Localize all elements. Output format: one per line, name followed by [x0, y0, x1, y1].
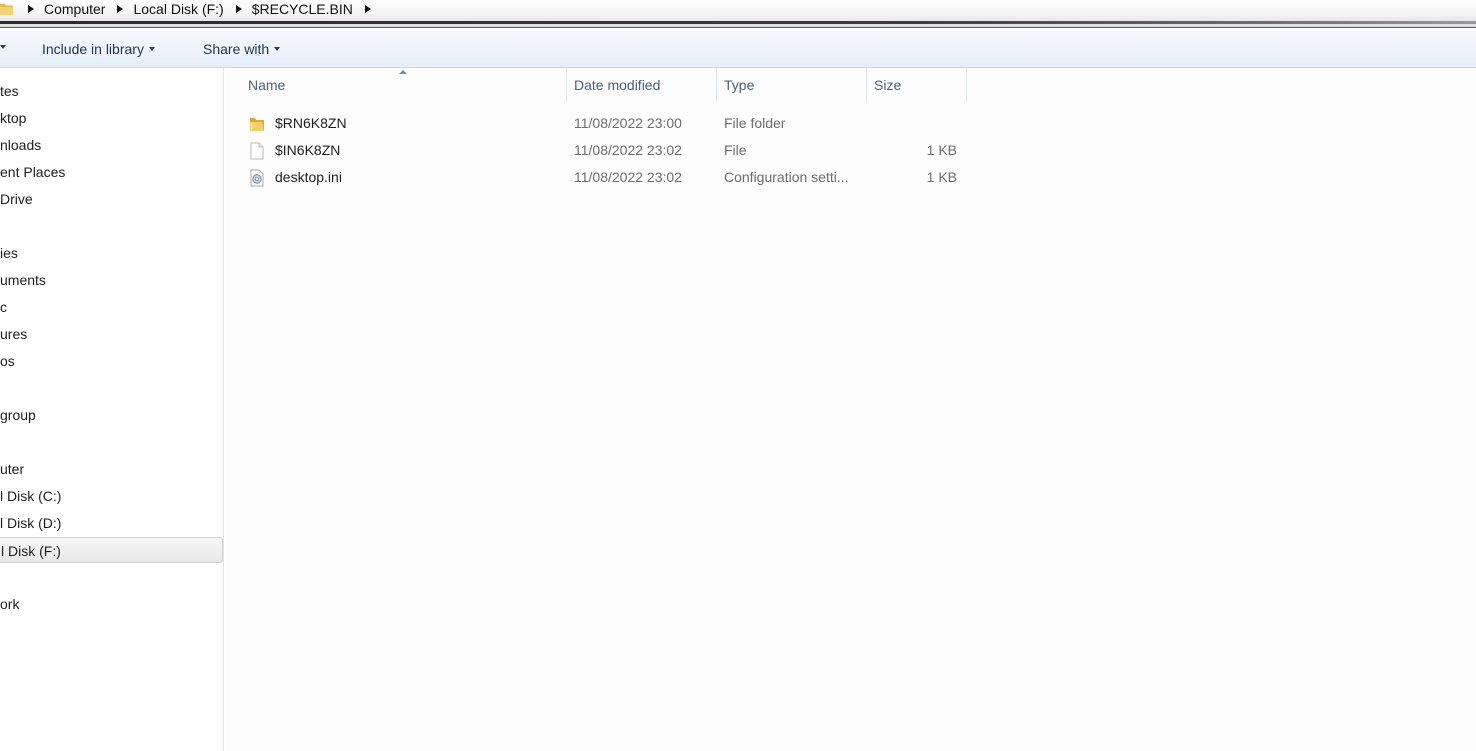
- breadcrumb-chevron-icon[interactable]: [115, 1, 125, 17]
- nav-item-libraries[interactable]: ies: [0, 241, 223, 265]
- nav-item-label: ork: [0, 596, 20, 612]
- file-date-modified: 11/08/2022 23:02: [574, 142, 682, 158]
- breadcrumb-item-computer[interactable]: Computer: [36, 1, 115, 17]
- file-type: Configuration setti...: [724, 169, 849, 185]
- folder-icon: [0, 2, 14, 16]
- nav-item-label: l Disk (F:): [1, 543, 61, 559]
- file-date-modified: 11/08/2022 23:00: [574, 115, 682, 131]
- address-bar[interactable]: Computer Local Disk (F:) $RECYCLE.BIN: [0, 0, 1476, 28]
- nav-item-label: ent Places: [0, 164, 66, 180]
- organize-dropdown-caret-icon[interactable]: [0, 45, 6, 49]
- nav-item-downloads[interactable]: nloads: [0, 133, 223, 157]
- file-name: desktop.ini: [275, 169, 342, 185]
- file-icon: [248, 142, 266, 160]
- file-row[interactable]: desktop.ini 11/08/2022 23:02 Configurati…: [240, 164, 967, 191]
- nav-item-homegroup[interactable]: group: [0, 403, 223, 427]
- breadcrumb-item-local-disk-f[interactable]: Local Disk (F:): [125, 1, 233, 17]
- share-with-label: Share with: [203, 41, 270, 57]
- nav-item-label: l Disk (D:): [0, 515, 62, 531]
- nav-item-label: group: [0, 407, 36, 423]
- nav-item-drive[interactable]: Drive: [0, 187, 223, 211]
- nav-item-label: nloads: [0, 137, 42, 153]
- file-size: 1 KB: [926, 142, 957, 158]
- chevron-down-icon: [148, 47, 155, 51]
- folder-icon: [248, 115, 266, 133]
- nav-item-label: c: [0, 299, 7, 315]
- nav-item-label: ies: [0, 245, 18, 261]
- nav-item-music[interactable]: c: [0, 295, 223, 319]
- breadcrumb-chevron-icon[interactable]: [234, 1, 244, 17]
- nav-item-local-disk-d[interactable]: l Disk (D:): [0, 511, 223, 535]
- nav-item-label: Drive: [0, 191, 33, 207]
- nav-item-computer[interactable]: uter: [0, 457, 223, 481]
- file-type: File folder: [724, 115, 786, 131]
- file-date-modified: 11/08/2022 23:02: [574, 169, 682, 185]
- nav-item-recent-places[interactable]: ent Places: [0, 160, 223, 184]
- file-name: $RN6K8ZN: [275, 115, 347, 131]
- nav-item-label: uter: [0, 461, 25, 477]
- file-type: File: [724, 142, 747, 158]
- nav-item-desktop[interactable]: ktop: [0, 106, 223, 130]
- breadcrumb-chevron-icon[interactable]: [363, 1, 373, 17]
- column-header-name[interactable]: Name: [240, 68, 567, 102]
- file-size: 1 KB: [926, 169, 957, 185]
- nav-item-label: l Disk (C:): [0, 488, 62, 504]
- nav-item-label: uments: [0, 272, 46, 288]
- share-with-button[interactable]: Share with: [203, 40, 281, 58]
- nav-item-documents[interactable]: uments: [0, 268, 223, 292]
- nav-item-label: os: [0, 353, 15, 369]
- include-in-library-button[interactable]: Include in library: [42, 40, 155, 58]
- column-header-date-modified[interactable]: Date modified: [567, 68, 717, 102]
- breadcrumb: Computer Local Disk (F:) $RECYCLE.BIN: [0, 0, 373, 18]
- nav-item-favorites[interactable]: tes: [0, 79, 223, 103]
- column-header-size[interactable]: Size: [867, 68, 967, 102]
- breadcrumb-chevron-icon[interactable]: [26, 1, 36, 17]
- file-list[interactable]: Name Date modified Type Size $RN6K8ZN 11…: [225, 68, 1476, 751]
- nav-item-local-disk-c[interactable]: l Disk (C:): [0, 484, 223, 508]
- file-row[interactable]: $RN6K8ZN 11/08/2022 23:00 File folder: [240, 110, 967, 137]
- file-row[interactable]: $IN6K8ZN 11/08/2022 23:02 File 1 KB: [240, 137, 967, 164]
- navigation-pane[interactable]: tes ktop nloads ent Places Drive ies ume…: [0, 68, 224, 751]
- nav-item-local-disk-f[interactable]: l Disk (F:): [0, 537, 223, 563]
- nav-item-videos[interactable]: os: [0, 349, 223, 373]
- nav-item-label: ktop: [0, 110, 27, 126]
- nav-item-network[interactable]: ork: [0, 592, 223, 616]
- command-bar: Include in library Share with: [0, 30, 1476, 68]
- nav-item-label: tes: [0, 83, 19, 99]
- nav-item-label: ures: [0, 326, 28, 342]
- column-header-type[interactable]: Type: [717, 68, 867, 102]
- explorer-window: Computer Local Disk (F:) $RECYCLE.BIN In…: [0, 0, 1476, 751]
- breadcrumb-item-recycle-bin[interactable]: $RECYCLE.BIN: [244, 1, 363, 17]
- include-in-library-label: Include in library: [42, 41, 144, 57]
- file-name: $IN6K8ZN: [275, 142, 341, 158]
- nav-item-pictures[interactable]: ures: [0, 322, 223, 346]
- chevron-down-icon: [274, 47, 281, 51]
- settings-file-icon: [248, 169, 266, 187]
